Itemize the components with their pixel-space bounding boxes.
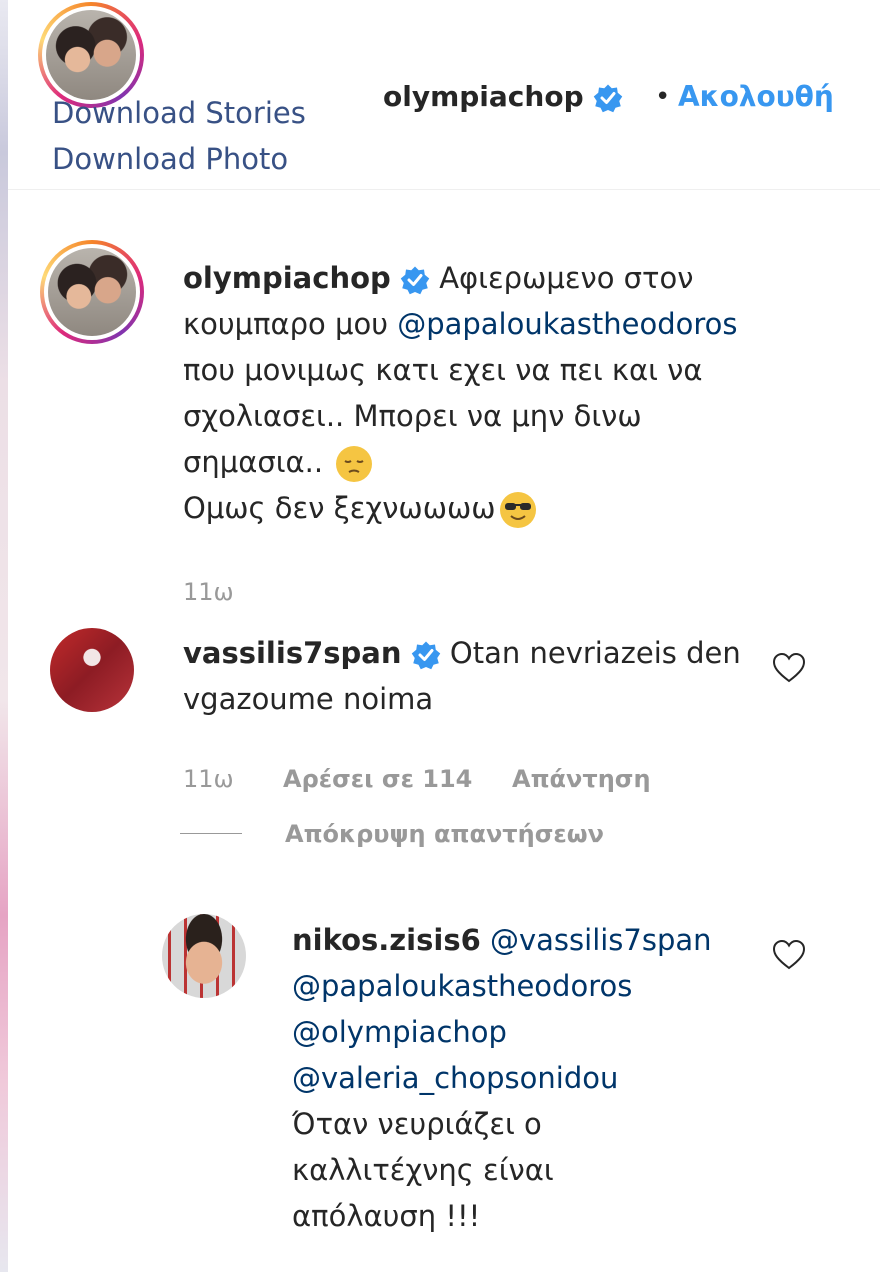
comment-time[interactable]: 11ω xyxy=(183,765,234,793)
background-edge xyxy=(0,0,8,1272)
verified-badge-icon xyxy=(594,84,623,113)
caption-text-3: Ομως δεν ξεχνωωωω xyxy=(183,491,496,525)
reply-button[interactable]: Απάντηση xyxy=(512,765,651,793)
follow-button[interactable]: Ακολουθή xyxy=(678,80,834,113)
reply-mention-1[interactable]: @vassilis7span xyxy=(490,923,712,957)
caption-username[interactable]: olympiachop xyxy=(183,261,391,295)
reply-nikos: nikos.zisis6 @vassilis7span @papaloukast… xyxy=(292,917,752,1239)
comment-vassilis: vassilis7span Otan nevriazeis den vgazou… xyxy=(183,630,743,722)
heart-icon[interactable] xyxy=(772,939,806,971)
comment-likes[interactable]: Αρέσει σε 114 xyxy=(283,765,472,793)
header-separator: • xyxy=(655,82,671,112)
reply-mention-3[interactable]: @olympiachop xyxy=(292,1015,507,1049)
comment-username[interactable]: vassilis7span xyxy=(183,636,402,670)
reply-text: Όταν νευριάζει ο καλλιτέχνης είναι απόλα… xyxy=(292,1107,554,1233)
reply-mention-2[interactable]: @papaloukastheodoros xyxy=(292,969,632,1003)
hide-replies-button[interactable]: Απόκρυψη απαντήσεων xyxy=(285,820,604,848)
header-avatar[interactable] xyxy=(38,2,144,108)
caption-time[interactable]: 11ω xyxy=(183,578,234,606)
nikos-avatar[interactable] xyxy=(162,914,246,998)
verified-badge-icon xyxy=(411,641,440,670)
caption-avatar[interactable] xyxy=(40,240,144,344)
caption-mention[interactable]: @papaloukastheodoros xyxy=(397,307,737,341)
verified-badge-icon xyxy=(400,266,430,295)
reply-mention-4[interactable]: @valeria_chopsonidou xyxy=(292,1061,618,1095)
header-username-label[interactable]: olympiachop xyxy=(383,80,584,113)
sunglasses-emoji-icon xyxy=(499,492,536,528)
reply-username[interactable]: nikos.zisis6 xyxy=(292,923,481,957)
vassilis-avatar[interactable] xyxy=(50,628,134,712)
pensive-emoji-icon xyxy=(336,446,373,482)
heart-icon[interactable] xyxy=(772,652,806,684)
post-header: Download Stories Download Photo olympiac… xyxy=(8,0,880,190)
download-stories-link[interactable]: Download Stories xyxy=(52,96,306,130)
download-photo-link[interactable]: Download Photo xyxy=(52,142,288,176)
header-username[interactable]: olympiachop xyxy=(383,80,623,113)
replies-divider xyxy=(180,833,242,834)
caption-text-2: που μονιμως κατι εχει να πει και να σχολ… xyxy=(183,353,703,479)
post-caption: olympiachop Αφιερωμενο στον κουμπαρο μου… xyxy=(183,255,783,531)
